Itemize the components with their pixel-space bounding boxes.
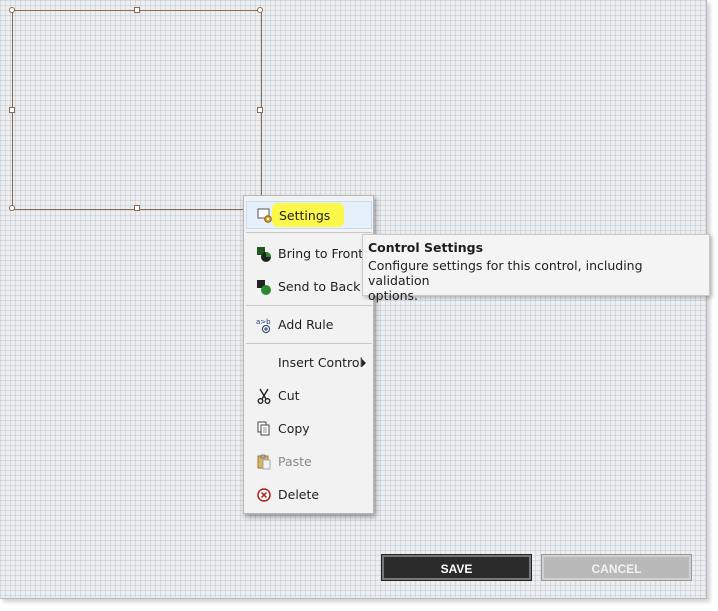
menu-separator xyxy=(246,232,372,233)
save-button[interactable]: SAVE xyxy=(381,554,532,581)
menu-item-label: Settings xyxy=(279,208,331,223)
menu-item-label: Copy xyxy=(278,421,310,436)
submenu-arrow-icon xyxy=(362,359,366,367)
paste-icon xyxy=(257,454,271,470)
menu-item-paste: Paste xyxy=(246,448,372,476)
menu-item-settings[interactable]: Settings xyxy=(246,201,372,229)
resize-handle-left[interactable] xyxy=(9,107,15,113)
cancel-button[interactable]: CANCEL xyxy=(541,554,692,581)
context-menu: Settings Bring to Front Send to Back a>b… xyxy=(243,195,374,514)
tooltip-body-line-2: options. xyxy=(368,288,419,303)
resize-handle-bottom[interactable] xyxy=(134,205,140,211)
scissors-icon xyxy=(257,388,271,404)
bring-to-front-icon xyxy=(257,247,271,262)
menu-item-label: Send to Back xyxy=(278,279,361,294)
menu-item-label: Delete xyxy=(278,487,320,502)
menu-item-send-to-back[interactable]: Send to Back xyxy=(246,273,372,301)
menu-item-label: Insert Control xyxy=(278,355,364,370)
menu-item-label: Cut xyxy=(278,388,300,403)
menu-item-label: Paste xyxy=(278,454,312,469)
selected-control[interactable] xyxy=(9,7,263,211)
menu-item-label: Add Rule xyxy=(278,317,334,332)
menu-separator xyxy=(246,343,372,344)
tooltip-title: Control Settings xyxy=(368,240,484,255)
svg-text:a>b: a>b xyxy=(256,318,271,326)
resize-handle-top-right[interactable] xyxy=(257,7,263,13)
menu-separator xyxy=(246,305,372,306)
tooltip-body-line-1: Configure settings for this control, inc… xyxy=(368,258,643,288)
menu-item-insert-control[interactable]: Insert Control xyxy=(246,349,372,377)
resize-handle-right[interactable] xyxy=(257,107,263,113)
menu-item-label: Bring to Front xyxy=(278,246,364,261)
settings-icon xyxy=(257,208,272,223)
menu-item-cut[interactable]: Cut xyxy=(246,382,372,410)
add-rule-icon: a>b xyxy=(256,318,271,333)
tooltip: Control Settings Configure settings for … xyxy=(362,234,710,303)
menu-item-add-rule[interactable]: a>b Add Rule xyxy=(246,311,372,339)
delete-icon xyxy=(257,488,271,502)
resize-handle-bottom-left[interactable] xyxy=(9,205,15,211)
resize-handle-top[interactable] xyxy=(134,7,140,13)
menu-item-bring-to-front[interactable]: Bring to Front xyxy=(246,240,372,268)
resize-handle-top-left[interactable] xyxy=(9,7,15,13)
send-to-back-icon xyxy=(257,280,271,295)
copy-icon xyxy=(257,421,270,436)
menu-item-copy[interactable]: Copy xyxy=(246,415,372,443)
menu-item-delete[interactable]: Delete xyxy=(246,481,372,509)
